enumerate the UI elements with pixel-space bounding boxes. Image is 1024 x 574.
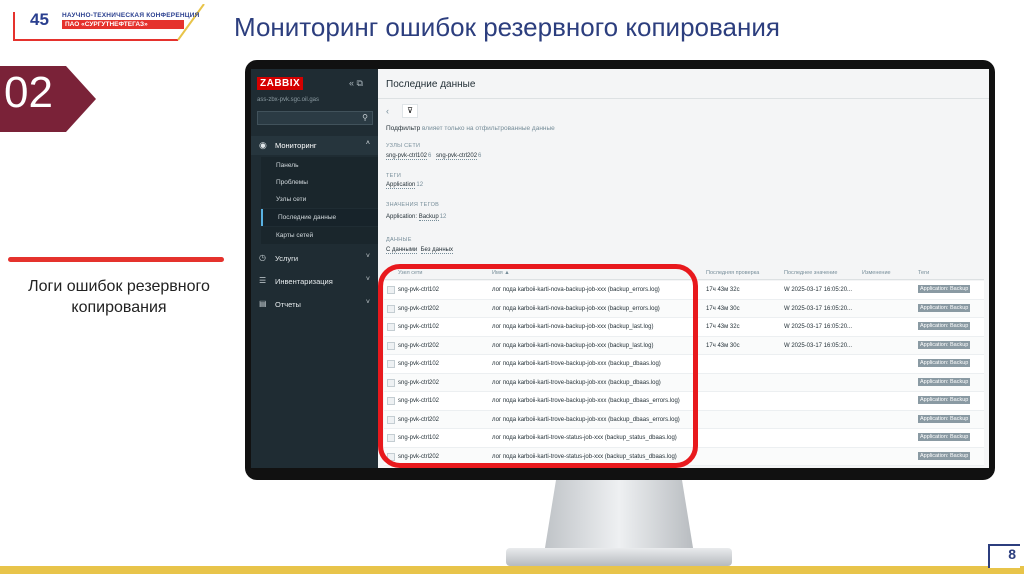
tags-values: Application12	[386, 182, 426, 189]
logo-line-1: НАУЧНО-ТЕХНИЧЕСКАЯ КОНФЕРЕНЦИЯ	[62, 12, 200, 19]
tag-count: 12	[416, 182, 424, 188]
row-tag-badge[interactable]: Application: Backup	[918, 377, 971, 386]
with-data-filter-link[interactable]: С данными	[386, 247, 418, 254]
row-last-value[interactable]: W 2025-03-17 16:05:20...	[784, 324, 852, 330]
hosts-values: sng-pvk-ctrl1026 sng-pvk-ctrl2026	[386, 153, 484, 160]
zabbix-logo[interactable]: ZABBIX	[257, 77, 304, 90]
host-filter-link[interactable]: sng-pvk-ctrl202	[436, 153, 478, 160]
logo-line-2: ПАО «СУРГУТНЕФТЕГАЗ»	[62, 20, 184, 29]
menu-services-label: Услуги	[275, 254, 299, 263]
menu-reports[interactable]: ▤ Отчеты ˅	[251, 294, 378, 314]
subfilter-note: влияет только на отфильтрованные данные	[422, 125, 555, 132]
data-section-label: ДАННЫЕ	[386, 237, 412, 243]
monitor-stand	[544, 480, 694, 554]
row-tag-badge[interactable]: Application: Backup	[918, 451, 971, 460]
column-last-check[interactable]: Последняя проверка	[706, 270, 759, 276]
menu-monitoring-label: Мониторинг	[275, 141, 317, 150]
tag-value-count: 12	[439, 214, 447, 220]
row-tag-badge[interactable]: Application: Backup	[918, 433, 971, 441]
tag-values: Application: Backup12	[386, 214, 449, 221]
submenu-maps[interactable]: Карты сетей	[261, 227, 378, 244]
host-count: 6	[478, 153, 482, 159]
submenu-label: Узлы сети	[276, 196, 307, 203]
zabbix-screen: ZABBIX « ⧉ ass-zbx-pvk.sgc.oil.gas ⚲ ◉ М…	[251, 69, 989, 468]
filter-bar: ‹ ⊽	[386, 104, 982, 120]
clock-icon: ◷	[259, 253, 266, 262]
page-number: 8	[988, 544, 1020, 568]
submenu-latest-data[interactable]: Последние данные	[261, 209, 378, 226]
row-tag-badge[interactable]: Application: Backup	[918, 396, 971, 404]
tag-filter-link[interactable]: Application	[386, 182, 416, 189]
search-icon[interactable]: ⚲	[362, 113, 368, 122]
menu-monitoring[interactable]: ◉ Мониторинг ˄	[251, 136, 378, 155]
accent-divider	[8, 257, 224, 262]
column-last-value[interactable]: Последнее значение	[784, 270, 837, 276]
submenu-problems[interactable]: Проблемы	[261, 174, 378, 191]
logo-number: 45	[30, 10, 49, 29]
menu-services[interactable]: ◷ Услуги ˅	[251, 248, 378, 268]
tag-values-key: Application:	[386, 214, 418, 220]
chevron-up-icon: ˄	[365, 140, 370, 147]
host-filter-link[interactable]: sng-pvk-ctrl102	[386, 153, 428, 160]
slide-title: Мониторинг ошибок резервного копирования	[234, 12, 780, 42]
monitor-base	[506, 548, 732, 566]
zabbix-sidebar: ZABBIX « ⧉ ass-zbx-pvk.sgc.oil.gas ⚲ ◉ М…	[251, 69, 378, 468]
hosts-section-label: УЗЛЫ СЕТИ	[386, 143, 421, 149]
server-host: ass-zbx-pvk.sgc.oil.gas	[257, 97, 320, 103]
chevron-down-icon: ˅	[365, 299, 370, 306]
report-icon: ▤	[259, 299, 267, 308]
row-tag-badge[interactable]: Application: Backup	[918, 359, 971, 367]
chevron-down-icon: ˅	[365, 276, 370, 283]
data-options: С данными Без данных	[386, 247, 453, 254]
submenu-label: Панель	[276, 162, 299, 169]
submenu-label: Последние данные	[278, 214, 337, 221]
submenu-dashboard[interactable]: Панель	[261, 157, 378, 174]
sidebar-search-input[interactable]: ⚲	[257, 111, 373, 125]
column-tags: Теги	[918, 270, 930, 276]
column-change: Изменение	[862, 270, 891, 276]
tag-values-section-label: ЗНАЧЕНИЯ ТЕГОВ	[386, 202, 440, 208]
eye-icon: ◉	[259, 140, 267, 150]
page-title: Последние данные	[386, 79, 476, 90]
slide-caption: Логи ошибок резервного копирования	[28, 278, 210, 316]
row-tag-badge[interactable]: Application: Backup	[918, 414, 971, 423]
chevron-left-icon[interactable]: ‹	[386, 106, 389, 116]
highlight-frame	[378, 264, 698, 468]
chevron-down-icon: ˅	[365, 253, 370, 260]
row-last-value[interactable]: W 2025-03-17 16:05:20...	[784, 306, 852, 312]
row-last-value[interactable]: W 2025-03-17 16:05:20...	[784, 287, 852, 293]
list-icon: ☰	[259, 276, 267, 285]
tags-section-label: ТЕГИ	[386, 173, 402, 179]
without-data-filter-link[interactable]: Без данных	[420, 247, 453, 254]
conference-logo: 45 НАУЧНО-ТЕХНИЧЕСКАЯ КОНФЕРЕНЦИЯ ПАО «С…	[8, 4, 208, 44]
submenu-label: Проблемы	[276, 179, 308, 186]
row-tag-badge[interactable]: Application: Backup	[918, 285, 971, 293]
row-tag-badge[interactable]: Application: Backup	[918, 340, 971, 349]
row-last-check: 17ч 43м 30с	[706, 305, 740, 312]
row-last-value[interactable]: W 2025-03-17 16:05:20...	[784, 343, 852, 349]
tag-value-filter-link[interactable]: Backup	[418, 214, 439, 221]
menu-inventory[interactable]: ☰ Инвентаризация ˅	[251, 271, 378, 291]
section-number: 02	[4, 68, 53, 117]
row-last-check: 17ч 43м 32с	[706, 324, 740, 330]
submenu-label: Карты сетей	[276, 232, 314, 239]
collapse-sidebar-icon[interactable]: « ⧉	[349, 78, 363, 89]
subfilter-label: Подфильтр	[386, 125, 421, 132]
footer-bar	[0, 566, 1024, 574]
host-count: 6	[428, 153, 432, 159]
menu-inventory-label: Инвентаризация	[275, 277, 333, 286]
submenu-hosts[interactable]: Узлы сети	[261, 191, 378, 208]
row-tag-badge[interactable]: Application: Backup	[918, 322, 971, 330]
filter-icon[interactable]: ⊽	[402, 104, 418, 118]
subfilter-line: Подфильтр влияет только на отфильтрованн…	[386, 125, 555, 132]
row-last-check: 17ч 43м 32с	[706, 287, 740, 293]
header-divider	[378, 98, 989, 99]
row-tag-badge[interactable]: Application: Backup	[918, 303, 971, 312]
menu-reports-label: Отчеты	[275, 300, 301, 309]
row-last-check: 17ч 43м 30с	[706, 342, 740, 349]
